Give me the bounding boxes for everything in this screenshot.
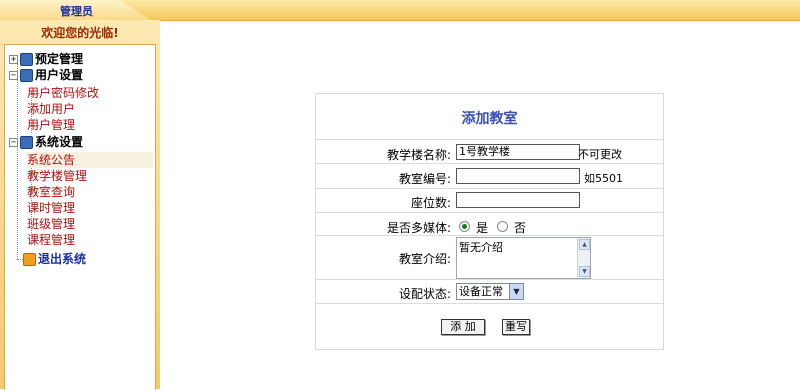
tree-item-announcements[interactable]: 系统公告 [27, 152, 153, 168]
room-number-field[interactable] [456, 168, 580, 184]
textarea-scrollbar[interactable]: ▲ ▼ [577, 238, 590, 278]
tree-item-classroom-query[interactable]: 教室查询 [27, 184, 75, 200]
tree-item-user-management[interactable]: 用户管理 [27, 117, 75, 133]
multimedia-yes-label: 是 [476, 221, 489, 235]
status-value: 设备正常 [459, 285, 503, 298]
collapse-icon[interactable]: − [9, 71, 18, 80]
sidebar: 欢迎您的光临! + 预定管理 − 用户设置 用户密码修改 添加用户 用户管理 − 系统… [0, 20, 160, 390]
row-divider [316, 235, 663, 236]
scroll-down-icon[interactable]: ▼ [579, 266, 590, 277]
status-select[interactable]: 设备正常 ▼ [456, 283, 524, 300]
row-divider [316, 139, 663, 140]
collapse-icon[interactable]: − [9, 138, 18, 147]
row-divider [316, 212, 663, 213]
tree-item-logout[interactable]: 退出系统 [23, 251, 86, 267]
folder-icon [20, 69, 33, 82]
add-button[interactable]: 添 加 [441, 319, 485, 335]
top-bar: 管理员 [0, 0, 800, 21]
multimedia-no-radio[interactable] [497, 221, 508, 232]
tab-admin-label: 管理员 [60, 5, 93, 18]
form-title: 添加教室 [461, 111, 518, 127]
building-label: 教学楼名称: [386, 148, 451, 162]
tree-item-booking[interactable]: + 预定管理 [9, 51, 83, 67]
intro-text: 暂无介绍 [459, 241, 503, 254]
chevron-down-icon[interactable]: ▼ [509, 284, 523, 299]
tree-item-change-password[interactable]: 用户密码修改 [27, 85, 99, 101]
room-number-label: 教室编号: [398, 172, 451, 186]
nav-tree-panel: + 预定管理 − 用户设置 用户密码修改 添加用户 用户管理 − 系统设置 系统公告 … [4, 44, 156, 390]
folder-icon [20, 53, 33, 66]
building-field[interactable]: 1号教学楼 [456, 144, 580, 160]
tree-item-user-settings[interactable]: − 用户设置 [9, 67, 83, 83]
row-divider [316, 163, 663, 164]
reset-button[interactable]: 重写 [502, 319, 530, 335]
tree-item-building-management[interactable]: 教学楼管理 [27, 168, 87, 184]
multimedia-yes-radio[interactable] [459, 221, 470, 232]
tree-item-period-management[interactable]: 课时管理 [27, 200, 75, 216]
row-divider [316, 188, 663, 189]
building-hint: 不可更改 [578, 148, 622, 161]
scroll-up-icon[interactable]: ▲ [579, 239, 590, 250]
tree-item-course-management[interactable]: 课程管理 [27, 232, 75, 248]
tree-item-system-settings[interactable]: − 系统设置 [9, 134, 83, 150]
tree-item-class-management[interactable]: 班级管理 [27, 216, 75, 232]
folder-icon [20, 136, 33, 149]
row-divider [316, 303, 663, 304]
intro-label: 教室介绍: [398, 252, 451, 266]
exit-icon [23, 253, 36, 266]
status-label: 设配状态: [398, 287, 451, 301]
tab-admin[interactable]: 管理员 [0, 0, 150, 20]
intro-textarea[interactable]: 暂无介绍 ▲ ▼ [456, 237, 591, 279]
welcome-text: 欢迎您的光临! [41, 26, 119, 40]
tree-line [17, 59, 18, 259]
multimedia-label: 是否多媒体: [386, 221, 451, 235]
seats-field[interactable] [456, 192, 580, 208]
multimedia-no-label: 否 [514, 221, 527, 235]
expand-icon[interactable]: + [9, 55, 18, 64]
add-classroom-form: 添加教室 教学楼名称: 1号教学楼 不可更改 教室编号: 如5501 座位数: … [315, 93, 664, 350]
row-divider [316, 279, 663, 280]
seats-label: 座位数: [410, 196, 451, 210]
room-number-hint: 如5501 [584, 172, 623, 185]
tree-item-add-user[interactable]: 添加用户 [27, 101, 75, 117]
